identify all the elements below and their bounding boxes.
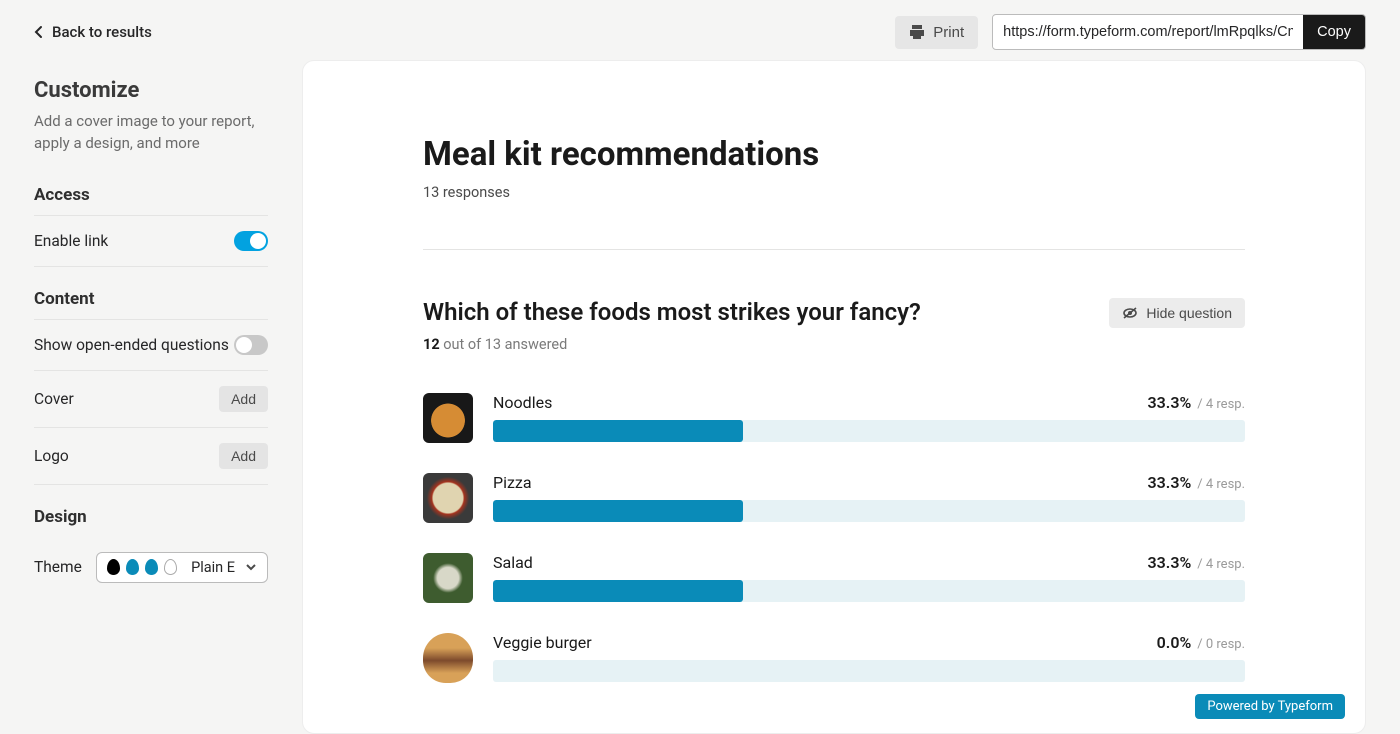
bar-fill: [493, 420, 743, 442]
print-button[interactable]: Print: [895, 16, 978, 49]
option-resp-count: / 0 resp.: [1197, 637, 1245, 652]
cover-row: Cover Add: [34, 371, 268, 428]
report-card: Meal kit recommendations 13 responses Wh…: [302, 60, 1366, 734]
bar-fill: [493, 500, 743, 522]
hide-question-label: Hide question: [1146, 305, 1232, 321]
answered-bold: 12: [423, 336, 440, 353]
copy-button[interactable]: Copy: [1303, 15, 1365, 49]
logo-row: Logo Add: [34, 428, 268, 485]
option-thumbnail: [423, 553, 473, 603]
topbar: Back to results Print Copy: [0, 0, 1400, 60]
hide-question-button[interactable]: Hide question: [1109, 298, 1245, 328]
option-thumbnail: [423, 473, 473, 523]
option-label: Noodles: [493, 393, 552, 412]
customize-panel: Customize Add a cover image to your repo…: [0, 60, 302, 734]
bar-track: [493, 660, 1245, 682]
logo-label: Logo: [34, 447, 69, 465]
powered-by-badge[interactable]: Powered by Typeform: [1195, 694, 1345, 719]
bar-fill: [493, 580, 743, 602]
option-row: Pizza 33.3% / 4 resp.: [423, 473, 1245, 523]
option-thumbnail: [423, 393, 473, 443]
option-label: Salad: [493, 553, 533, 572]
divider: [423, 249, 1245, 250]
chevron-down-icon: [245, 563, 257, 571]
option-percent: 0.0%: [1157, 633, 1192, 652]
open-ended-row: Show open-ended questions: [34, 320, 268, 371]
content-section-title: Content: [34, 289, 268, 320]
drop-icon: [145, 559, 158, 575]
add-cover-button[interactable]: Add: [219, 386, 268, 412]
option-row: Veggie burger 0.0% / 0 resp.: [423, 633, 1245, 683]
bar-track: [493, 500, 1245, 522]
share-url-input[interactable]: [993, 16, 1303, 48]
add-logo-button[interactable]: Add: [219, 443, 268, 469]
theme-label: Theme: [34, 558, 82, 576]
theme-select[interactable]: Plain E: [96, 552, 268, 583]
bar-track: [493, 420, 1245, 442]
print-icon: [909, 25, 925, 39]
open-ended-label: Show open-ended questions: [34, 336, 229, 354]
option-resp-count: / 4 resp.: [1197, 397, 1245, 412]
design-section-title: Design: [34, 507, 268, 537]
enable-link-row: Enable link: [34, 216, 268, 267]
answered-count: 12 out of 13 answered: [423, 336, 1245, 353]
answered-rest: out of 13 answered: [440, 336, 568, 353]
option-row: Noodles 33.3% / 4 resp.: [423, 393, 1245, 443]
option-percent: 33.3%: [1147, 473, 1191, 492]
bar-track: [493, 580, 1245, 602]
question-title: Which of these foods most strikes your f…: [423, 298, 1089, 326]
option-percent: 33.3%: [1147, 393, 1191, 412]
option-thumbnail: [423, 633, 473, 683]
drop-icon: [164, 559, 177, 575]
report-responses: 13 responses: [423, 184, 1245, 201]
option-row: Salad 33.3% / 4 resp.: [423, 553, 1245, 603]
option-resp-count: / 4 resp.: [1197, 557, 1245, 572]
customize-subtext: Add a cover image to your report, apply …: [34, 111, 268, 155]
drop-icon: [126, 559, 139, 575]
share-url-group: Copy: [992, 14, 1366, 50]
customize-heading: Customize: [34, 78, 268, 103]
enable-link-toggle[interactable]: [234, 231, 268, 251]
cover-label: Cover: [34, 390, 74, 408]
option-resp-count: / 4 resp.: [1197, 477, 1245, 492]
back-label: Back to results: [52, 23, 152, 41]
chevron-left-icon: [34, 25, 44, 39]
report-title: Meal kit recommendations: [423, 135, 1245, 174]
theme-value: Plain E: [191, 559, 235, 576]
open-ended-toggle[interactable]: [234, 335, 268, 355]
eye-off-icon: [1122, 306, 1138, 320]
drop-icon: [107, 559, 120, 575]
option-label: Pizza: [493, 473, 532, 492]
back-to-results-link[interactable]: Back to results: [34, 23, 152, 41]
option-label: Veggie burger: [493, 633, 592, 652]
option-percent: 33.3%: [1147, 553, 1191, 572]
print-label: Print: [933, 24, 964, 41]
theme-row: Theme Plain E: [34, 537, 268, 598]
enable-link-label: Enable link: [34, 232, 108, 250]
access-section-title: Access: [34, 185, 268, 216]
